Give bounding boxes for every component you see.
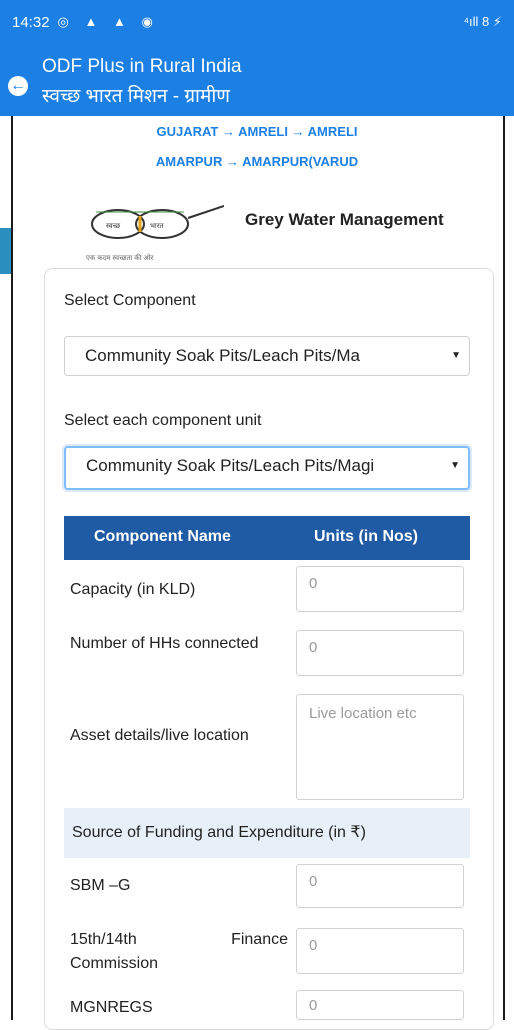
sbm-g-input[interactable]: 0 [296, 864, 464, 908]
edge-marker [0, 228, 11, 274]
mgnregs-placeholder: 0 [309, 997, 318, 1014]
row-label-finance-commission: 15th/14th Finance Commission [70, 931, 288, 972]
section-title: Grey Water Management [245, 210, 444, 229]
dropdown-caret-icon: ▼ [451, 350, 461, 361]
select-unit-dropdown[interactable]: Community Soak Pits/Leach Pits/Magi ▼ [64, 446, 470, 490]
logo-tagline: एक कदम स्वच्छता की ओर [86, 255, 154, 262]
header-component-name: Component Name [94, 528, 231, 545]
dropdown-caret-icon: ▼ [450, 460, 460, 471]
row-label-capacity: Capacity (in KLD) [70, 581, 196, 598]
select-component-label: Select Component [64, 292, 196, 309]
mgnregs-input[interactable]: 0 [296, 990, 464, 1020]
back-arrow-icon[interactable]: ← [8, 76, 28, 96]
screen: 14:32 ◎ ▲ ▲ ◉ ⁴ıll 8 ⚡ ← ODF Plus in Rur… [0, 0, 514, 1030]
households-placeholder: 0 [309, 639, 318, 656]
logo-right-text: भारत [150, 222, 165, 230]
row-label-households: Number of HHs connected [70, 635, 259, 652]
capacity-placeholder: 0 [309, 575, 318, 592]
swachh-bharat-logo-icon: स्वच्छ भारत [91, 205, 224, 239]
right-border [503, 116, 505, 1020]
funding-section-heading: Source of Funding and Expenditure (in ₹) [64, 808, 470, 858]
left-border [11, 116, 13, 1020]
app-title-english: ODF Plus in Rural India [42, 56, 242, 77]
logo-left-text: स्वच्छ [106, 222, 121, 230]
select-component-value: Community Soak Pits/Leach Pits/Ma [85, 346, 360, 365]
signal-battery-icons: ⁴ıll 8 ⚡ [463, 14, 502, 29]
status-time: 14:32 [12, 13, 50, 31]
select-unit-label: Select each component unit [64, 412, 262, 429]
breadcrumb-line-1: GUJARAT → AMRELI → AMRELI [156, 124, 358, 139]
select-component-dropdown[interactable]: Community Soak Pits/Leach Pits/Ma ▼ [64, 336, 470, 376]
app-title-hindi: स्वच्छ भारत मिशन - ग्रामीण [42, 86, 230, 107]
finance-commission-input[interactable]: 0 [296, 928, 464, 974]
asset-details-placeholder: Live location etc [309, 705, 417, 722]
finance-commission-placeholder: 0 [309, 937, 318, 954]
breadcrumb-line-2: AMARPUR → AMARPUR(VARUD [155, 154, 359, 169]
select-unit-value: Community Soak Pits/Leach Pits/Magi [86, 456, 375, 475]
app-bar: ← ODF Plus in Rural India स्वच्छ भारत मि… [0, 44, 514, 116]
capacity-input[interactable]: 0 [296, 566, 464, 612]
asset-details-textarea[interactable]: Live location etc [296, 694, 464, 800]
component-table-header: Component Name Units (in Nos) [64, 516, 470, 560]
row-label-mgnregs: MGNREGS [70, 999, 153, 1016]
status-bar: 14:32 ◎ ▲ ▲ ◉ ⁴ıll 8 ⚡ [0, 0, 514, 44]
row-label-asset-details: Asset details/live location [70, 727, 249, 744]
header-units: Units (in Nos) [314, 528, 418, 545]
notification-icons: ◎ ▲ ▲ ◉ [57, 14, 159, 29]
row-label-sbm-g: SBM –G [70, 877, 131, 894]
sbm-g-placeholder: 0 [309, 873, 318, 890]
households-input[interactable]: 0 [296, 630, 464, 676]
